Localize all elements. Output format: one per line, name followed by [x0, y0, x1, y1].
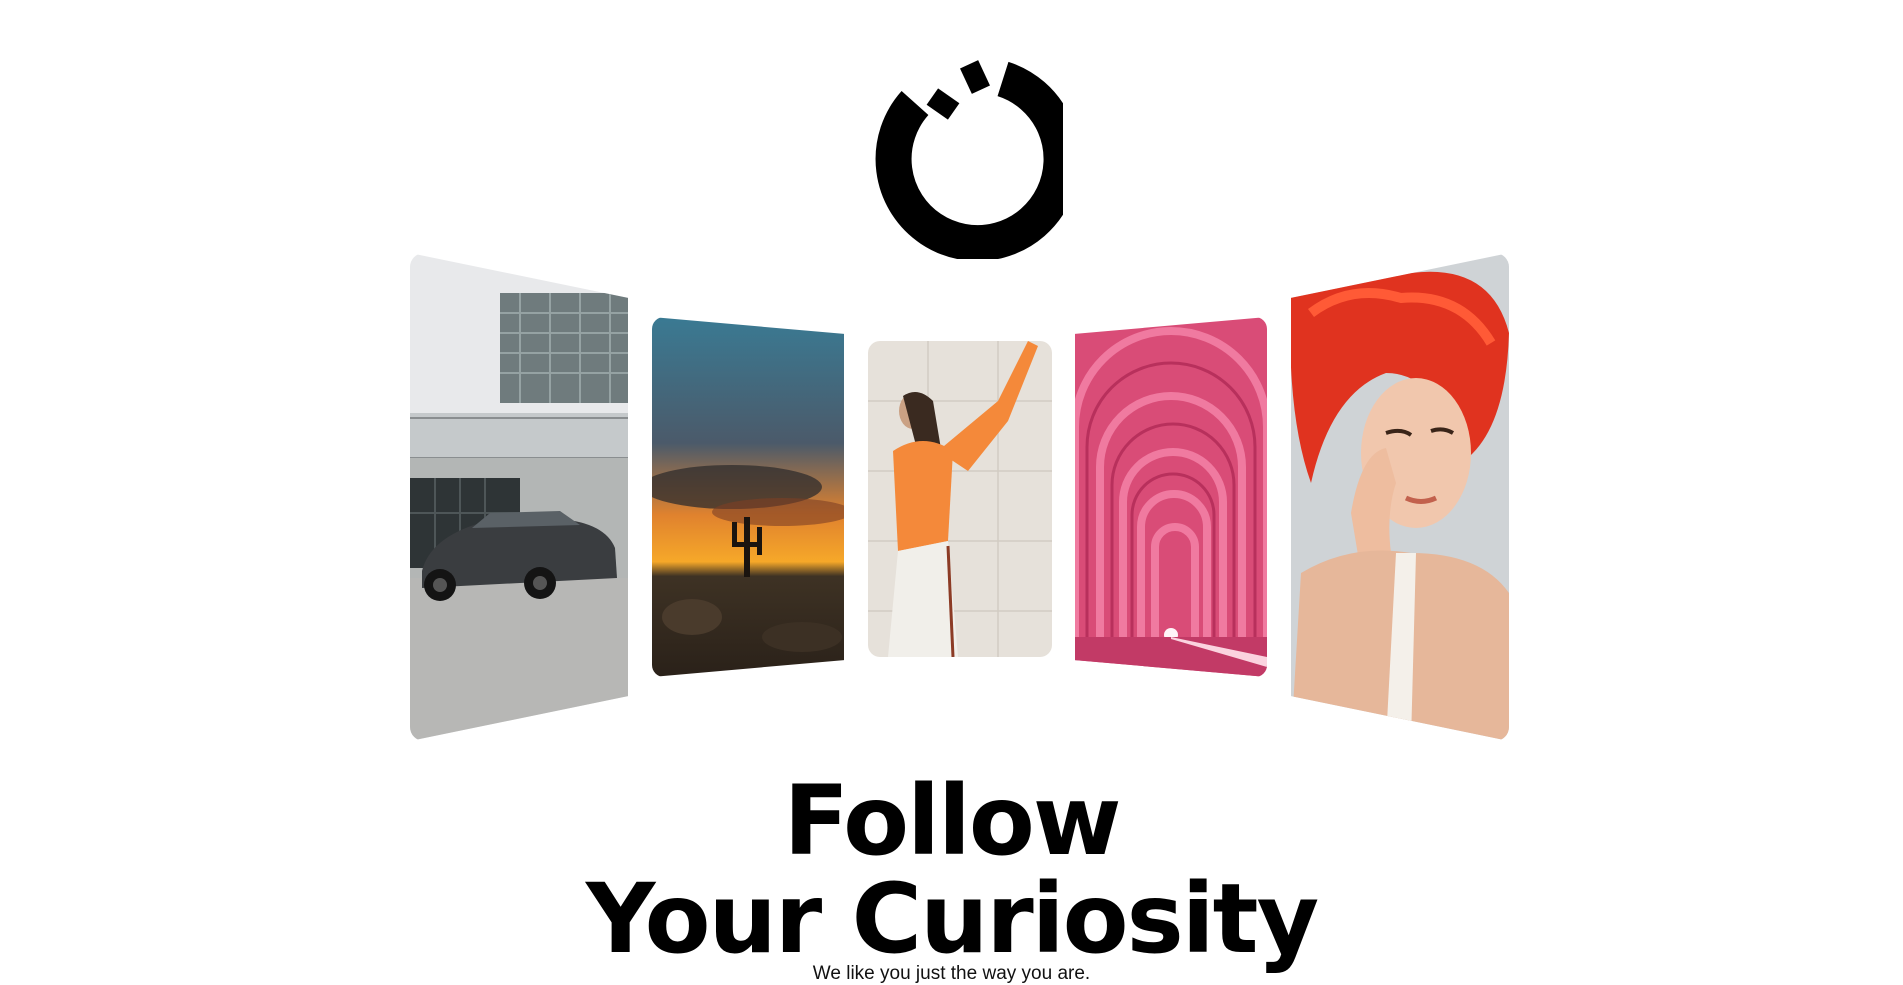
dancer-orange-top-photo-card[interactable]: [868, 341, 1052, 657]
photo-carousel: [0, 0, 1903, 760]
woman-orange-top-image: [868, 341, 1052, 657]
pink-arches-tunnel-photo-card[interactable]: [1075, 317, 1267, 677]
desert-sunset-photo-card[interactable]: [652, 317, 844, 677]
red-hair-portrait-photo-card[interactable]: [1291, 253, 1509, 741]
car-photo-image: [410, 253, 628, 741]
car-photo-card[interactable]: [410, 253, 628, 741]
desert-sunset-image: [652, 317, 844, 677]
hero-title-line1: Follow: [783, 765, 1121, 878]
hero-title-line2: Your Curiosity: [585, 863, 1319, 976]
pink-arches-image: [1075, 317, 1267, 677]
hero-title: Follow Your Curiosity: [0, 772, 1903, 968]
hero-tagline: We like you just the way you are.: [812, 963, 1091, 984]
red-hair-portrait-image: [1291, 253, 1509, 741]
